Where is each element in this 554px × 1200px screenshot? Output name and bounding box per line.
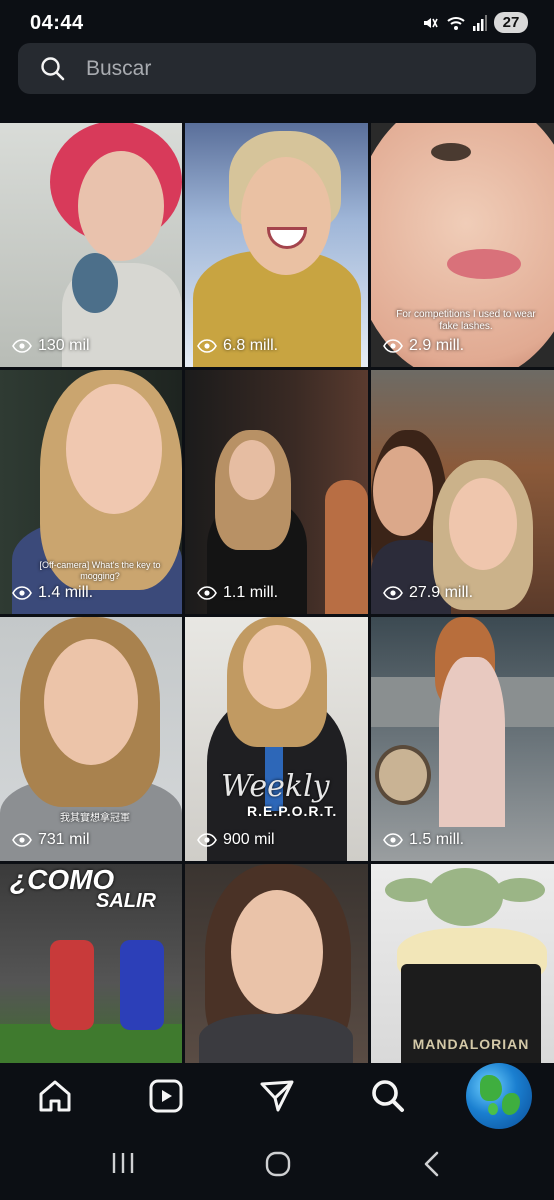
eye-icon	[12, 833, 32, 847]
send-icon	[260, 1080, 294, 1112]
face	[243, 625, 311, 709]
search-input[interactable]	[86, 43, 516, 94]
grogu-ear-right	[495, 878, 545, 902]
explore-tile[interactable]: 1.5 mill.	[371, 617, 554, 861]
explore-tile[interactable]: [Off-camera] What's the key to mogging? …	[0, 370, 182, 614]
face	[229, 440, 275, 500]
view-count: 1.5 mill.	[383, 831, 464, 849]
home-icon	[39, 1080, 71, 1112]
view-count: 1.4 mill.	[12, 584, 93, 602]
explore-tile[interactable]: ¿COMO SALIR	[0, 864, 182, 1063]
explore-tile[interactable]	[185, 864, 368, 1063]
boxer-red	[50, 940, 94, 1030]
overlay-title: Weekly	[221, 769, 330, 804]
profile-avatar[interactable]	[465, 1063, 532, 1129]
recents-icon[interactable]	[110, 1151, 136, 1180]
search-bar[interactable]	[18, 43, 536, 94]
grogu-head	[427, 868, 503, 926]
eye-icon	[12, 339, 32, 353]
signal-icon	[473, 14, 487, 31]
person-right	[325, 480, 368, 614]
eye-icon	[383, 339, 403, 353]
wifi-icon	[446, 14, 466, 32]
view-count: 6.8 mill.	[197, 337, 278, 355]
view-count: 2.9 mill.	[383, 337, 464, 355]
explore-tile[interactable]: Weekly R.E.P.O.R.T. 900 mil	[185, 617, 368, 861]
eye-icon	[12, 586, 32, 600]
nav-reels[interactable]	[111, 1063, 222, 1129]
explore-tile[interactable]: 6.8 mill.	[185, 123, 368, 367]
hair	[72, 253, 118, 313]
view-count: 1.1 mill.	[197, 584, 278, 602]
face	[78, 151, 164, 261]
status-time: 04:44	[30, 12, 84, 34]
eye-icon	[383, 586, 403, 600]
system-nav	[0, 1129, 554, 1200]
search-icon	[40, 56, 65, 86]
search-icon	[371, 1080, 404, 1112]
nav-home[interactable]	[0, 1063, 111, 1129]
view-count: 900 mil	[197, 831, 275, 849]
face	[66, 384, 162, 514]
eye-icon	[197, 339, 217, 353]
shirt	[199, 1014, 353, 1063]
video-caption: For competitions I used to wear fake las…	[396, 309, 536, 332]
view-count: 130 mil	[12, 337, 90, 355]
eye-icon	[197, 833, 217, 847]
explore-tile[interactable]: For competitions I used to wear fake las…	[371, 123, 554, 367]
overlay-title: MANDALORIAN	[412, 1036, 530, 1052]
face	[241, 157, 331, 275]
eye-icon	[197, 586, 217, 600]
lips	[447, 249, 521, 279]
nav-profile[interactable]	[443, 1063, 554, 1129]
eye	[431, 143, 471, 161]
explore-tile[interactable]: 我其實想拿冠軍 731 mil	[0, 617, 182, 861]
reels-icon	[149, 1079, 183, 1113]
explore-tile[interactable]: 130 mil	[0, 123, 182, 367]
face	[44, 639, 138, 765]
boxer-blue	[120, 940, 164, 1030]
battery-icon: 27	[494, 12, 528, 33]
view-count: 731 mil	[12, 831, 90, 849]
sticker	[375, 745, 431, 805]
status-bar: 04:44 27	[0, 0, 554, 44]
eye-icon	[383, 833, 403, 847]
status-icons: 27	[421, 12, 528, 33]
bottom-nav	[0, 1063, 554, 1129]
nav-send[interactable]	[222, 1063, 333, 1129]
face	[231, 890, 323, 1014]
explore-tile[interactable]: MANDALORIAN	[371, 864, 554, 1063]
explore-tile[interactable]: 27.9 mill.	[371, 370, 554, 614]
explore-grid: 130 mil 6.8 mill. For competitions I use…	[0, 123, 554, 1063]
face-right	[449, 478, 517, 570]
grogu-ear-left	[385, 878, 435, 902]
home-circle-icon[interactable]	[265, 1151, 291, 1182]
nav-search[interactable]	[332, 1063, 443, 1129]
overlay-subtitle: SALIR	[96, 890, 156, 912]
mute-icon	[421, 14, 439, 32]
view-count: 27.9 mill.	[383, 584, 473, 602]
video-caption: [Off-camera] What's the key to mogging?	[39, 560, 161, 581]
shirt	[439, 657, 505, 827]
overlay-subtitle: R.E.P.O.R.T.	[247, 803, 338, 819]
back-icon[interactable]	[422, 1151, 442, 1182]
video-caption: 我其實想拿冠軍	[60, 813, 130, 824]
explore-tile[interactable]: 1.1 mill.	[185, 370, 368, 614]
face-left	[373, 446, 433, 536]
